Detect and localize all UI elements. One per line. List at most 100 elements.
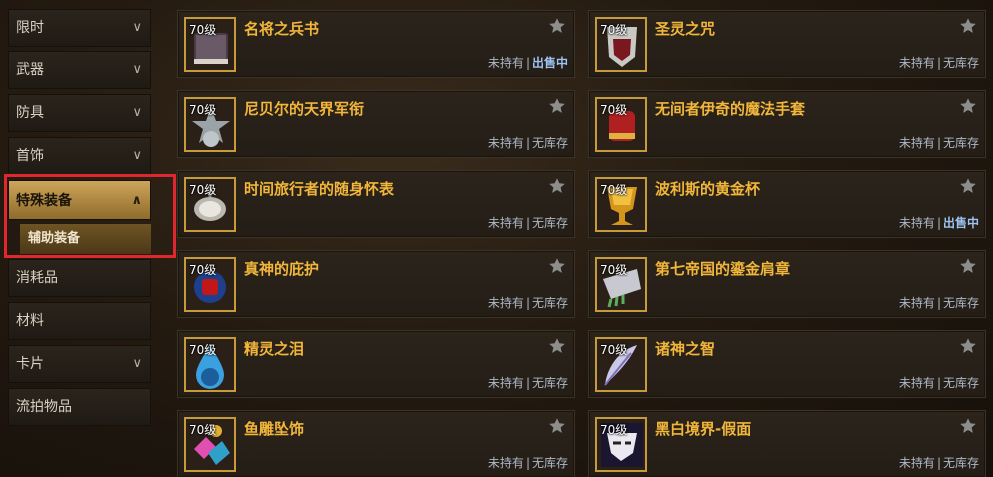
item-status: 未持有 | 出售中 bbox=[899, 214, 979, 231]
pocket-watch-icon: 70级 bbox=[184, 177, 236, 232]
item-level: 70级 bbox=[600, 263, 628, 277]
item-name: 精灵之泪 bbox=[244, 340, 305, 358]
item-card[interactable]: 70级 波利斯的黄金杯未持有 | 出售中 bbox=[588, 170, 986, 238]
item-level: 70级 bbox=[600, 103, 628, 117]
item-card[interactable]: 70级 第七帝国的鎏金肩章未持有 | 无库存 bbox=[588, 250, 986, 318]
golden-cup-icon: 70级 bbox=[595, 177, 647, 232]
stock-status: 无库存 bbox=[942, 56, 979, 70]
status-separator: | bbox=[936, 136, 941, 150]
status-separator: | bbox=[525, 296, 530, 310]
item-status: 未持有 | 无库存 bbox=[899, 374, 979, 391]
stock-status: 出售中 bbox=[531, 56, 568, 70]
item-name: 名将之兵书 bbox=[244, 20, 320, 38]
item-card[interactable]: 70级 名将之兵书 未持有 | 出售中 bbox=[177, 10, 575, 78]
item-card[interactable]: 70级 鱼雕坠饰未持有 | 无库存 bbox=[177, 410, 575, 477]
item-name: 圣灵之咒 bbox=[655, 20, 716, 38]
teardrop-icon: 70级 bbox=[184, 337, 236, 392]
stock-status: 无库存 bbox=[942, 376, 979, 390]
favorite-star-icon[interactable] bbox=[548, 17, 566, 35]
item-name: 鱼雕坠饰 bbox=[244, 420, 305, 438]
item-level: 70级 bbox=[189, 343, 217, 357]
item-status: 未持有 | 无库存 bbox=[488, 454, 568, 471]
item-level: 70级 bbox=[189, 423, 217, 437]
sidebar-item-label: 防具 bbox=[16, 105, 44, 121]
favorite-star-icon[interactable] bbox=[959, 337, 977, 355]
favorite-star-icon[interactable] bbox=[959, 17, 977, 35]
item-name: 波利斯的黄金杯 bbox=[655, 180, 761, 198]
item-status: 未持有 | 无库存 bbox=[488, 294, 568, 311]
favorite-star-icon[interactable] bbox=[959, 257, 977, 275]
sidebar-item-cards[interactable]: 卡片 ∨ bbox=[8, 345, 151, 383]
item-level: 70级 bbox=[189, 23, 217, 37]
item-card[interactable]: 70级 诸神之智未持有 | 无库存 bbox=[588, 330, 986, 398]
masquerade-mask-icon: 70级 bbox=[595, 417, 647, 472]
feather-icon: 70级 bbox=[595, 337, 647, 392]
favorite-star-icon[interactable] bbox=[548, 257, 566, 275]
status-separator: | bbox=[936, 456, 941, 470]
sidebar-item-limited[interactable]: 限时 ∨ bbox=[8, 9, 151, 47]
highlight-annotation-box bbox=[4, 174, 176, 258]
item-status: 未持有 | 无库存 bbox=[899, 54, 979, 71]
sidebar-item-weapons[interactable]: 武器 ∨ bbox=[8, 51, 151, 89]
owned-status: 未持有 bbox=[898, 456, 935, 470]
item-name: 诸神之智 bbox=[655, 340, 716, 358]
sidebar-item-failed-auction[interactable]: 流拍物品 bbox=[8, 388, 151, 426]
item-name: 无间者伊奇的魔法手套 bbox=[655, 100, 806, 118]
status-separator: | bbox=[936, 216, 941, 230]
glove-icon: 70级 bbox=[595, 97, 647, 152]
owned-status: 未持有 bbox=[898, 296, 935, 310]
owned-status: 未持有 bbox=[898, 136, 935, 150]
epaulette-icon: 70级 bbox=[595, 257, 647, 312]
item-card[interactable]: 70级 精灵之泪 未持有 | 无库存 bbox=[177, 330, 575, 398]
favorite-star-icon[interactable] bbox=[548, 177, 566, 195]
status-separator: | bbox=[936, 56, 941, 70]
owned-status: 未持有 bbox=[487, 216, 524, 230]
stock-status: 无库存 bbox=[531, 456, 568, 470]
item-status: 未持有 | 无库存 bbox=[488, 134, 568, 151]
favorite-star-icon[interactable] bbox=[548, 417, 566, 435]
item-name: 尼贝尔的天界军衔 bbox=[244, 100, 365, 118]
favorite-star-icon[interactable] bbox=[548, 337, 566, 355]
owned-status: 未持有 bbox=[487, 136, 524, 150]
chevron-down-icon: ∨ bbox=[132, 62, 142, 77]
status-separator: | bbox=[525, 216, 530, 230]
item-card[interactable]: 70级 无间者伊奇的魔法手套 未持有 | 无库存 bbox=[588, 90, 986, 158]
sidebar-item-armor[interactable]: 防具 ∨ bbox=[8, 94, 151, 132]
item-level: 70级 bbox=[600, 343, 628, 357]
item-card[interactable]: 70级 尼贝尔的天界军衔 未持有 | 无库存 bbox=[177, 90, 575, 158]
sidebar-item-label: 消耗品 bbox=[16, 270, 58, 286]
sidebar-item-consumables[interactable]: 消耗品 bbox=[8, 259, 151, 297]
sidebar-item-materials[interactable]: 材料 bbox=[8, 302, 151, 340]
stock-status: 无库存 bbox=[942, 296, 979, 310]
chevron-down-icon: ∨ bbox=[132, 105, 142, 120]
owned-status: 未持有 bbox=[898, 216, 935, 230]
sidebar-item-label: 卡片 bbox=[16, 356, 44, 372]
owned-status: 未持有 bbox=[487, 56, 524, 70]
mask-icon: 70级 bbox=[595, 17, 647, 72]
owned-status: 未持有 bbox=[898, 56, 935, 70]
sidebar-item-label: 武器 bbox=[16, 62, 44, 78]
chevron-down-icon: ∨ bbox=[132, 20, 142, 35]
item-status: 未持有 | 无库存 bbox=[899, 454, 979, 471]
favorite-star-icon[interactable] bbox=[548, 97, 566, 115]
item-card[interactable]: 70级 圣灵之咒未持有 | 无库存 bbox=[588, 10, 986, 78]
item-card[interactable]: 70级 黑白境界-假面 未持有 | 无库存 bbox=[588, 410, 986, 477]
stock-status: 出售中 bbox=[942, 216, 979, 230]
item-level: 70级 bbox=[600, 423, 628, 437]
sidebar-item-label: 流拍物品 bbox=[16, 399, 72, 415]
item-name: 真神的庇护 bbox=[244, 260, 320, 278]
sidebar-item-accessories[interactable]: 首饰 ∨ bbox=[8, 137, 151, 175]
favorite-star-icon[interactable] bbox=[959, 97, 977, 115]
item-name: 时间旅行者的随身怀表 bbox=[244, 180, 395, 198]
item-status: 未持有 | 无库存 bbox=[488, 214, 568, 231]
stock-status: 无库存 bbox=[531, 376, 568, 390]
item-name: 第七帝国的鎏金肩章 bbox=[655, 260, 791, 278]
stock-status: 无库存 bbox=[531, 216, 568, 230]
item-card[interactable]: 70级 真神的庇护 未持有 | 无库存 bbox=[177, 250, 575, 318]
favorite-star-icon[interactable] bbox=[959, 177, 977, 195]
item-card[interactable]: 70级 时间旅行者的随身怀表未持有 | 无库存 bbox=[177, 170, 575, 238]
chevron-down-icon: ∨ bbox=[132, 356, 142, 371]
sidebar-item-label: 限时 bbox=[16, 20, 44, 36]
item-status: 未持有 | 无库存 bbox=[899, 294, 979, 311]
favorite-star-icon[interactable] bbox=[959, 417, 977, 435]
